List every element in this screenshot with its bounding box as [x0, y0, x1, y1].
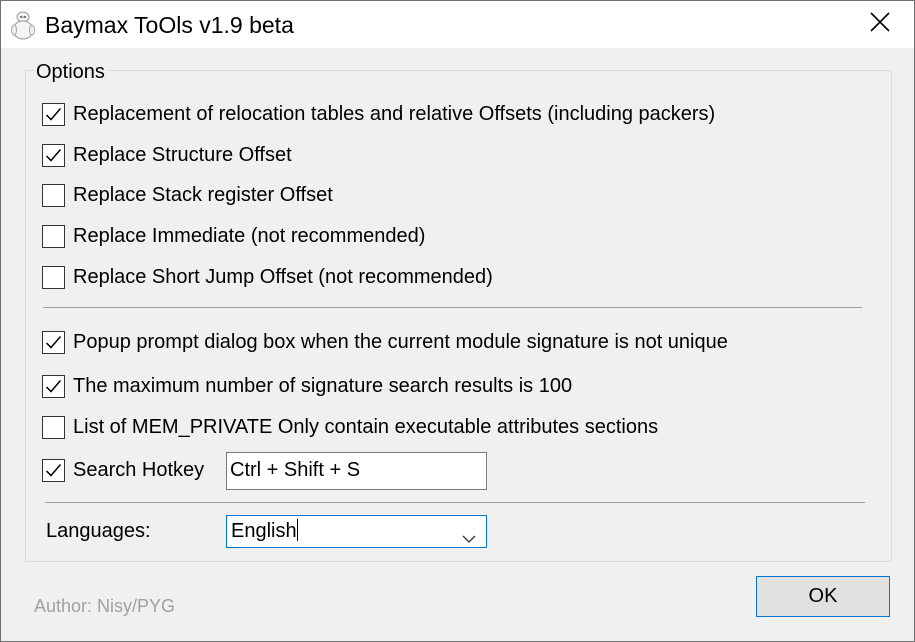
checkbox[interactable] — [42, 143, 65, 167]
close-button[interactable] — [846, 1, 914, 48]
checkbox[interactable] — [42, 415, 65, 439]
checkbox[interactable] — [42, 102, 65, 126]
option-search-hotkey[interactable]: Search Hotkey — [42, 456, 204, 484]
check-icon — [45, 463, 62, 477]
options-group-label: Options — [34, 60, 107, 84]
checkbox[interactable] — [42, 265, 65, 289]
option-label: Replace Structure Offset — [73, 144, 292, 166]
languages-label: Languages: — [46, 520, 151, 542]
option-mem-private-executable-only[interactable]: List of MEM_PRIVATE Only contain executa… — [42, 413, 658, 441]
option-label: Replacement of relocation tables and rel… — [73, 103, 716, 125]
option-replace-immediate[interactable]: Replace Immediate (not recommended) — [42, 222, 425, 250]
option-replace-structure-offset[interactable]: Replace Structure Offset — [42, 141, 292, 169]
checkbox[interactable] — [42, 183, 65, 207]
check-icon — [45, 379, 62, 393]
separator — [43, 307, 862, 308]
option-label: Popup prompt dialog box when the current… — [73, 331, 728, 353]
window-title: Baymax ToOls v1.9 beta — [45, 12, 294, 38]
check-icon — [45, 107, 62, 121]
search-hotkey-input[interactable]: Ctrl + Shift + S — [226, 452, 487, 490]
option-label: Replace Immediate (not recommended) — [73, 225, 426, 247]
text-cursor — [296, 519, 298, 541]
option-replace-short-jump-offset[interactable]: Replace Short Jump Offset (not recommend… — [42, 263, 493, 291]
languages-selected-value: English — [231, 520, 297, 542]
option-label: The maximum number of signature search r… — [73, 375, 573, 397]
option-replace-relocation-tables[interactable]: Replacement of relocation tables and rel… — [42, 100, 715, 128]
separator — [45, 502, 865, 503]
checkbox[interactable] — [42, 224, 65, 248]
option-popup-prompt-dialog[interactable]: Popup prompt dialog box when the current… — [42, 328, 728, 356]
chevron-down-icon — [462, 526, 476, 550]
baymax-tools-dialog: Baymax ToOls v1.9 beta Options Replaceme… — [0, 0, 915, 642]
option-label: Replace Short Jump Offset (not recommend… — [73, 266, 493, 288]
check-icon — [45, 335, 62, 349]
option-replace-stack-register-offset[interactable]: Replace Stack register Offset — [42, 181, 333, 209]
check-icon — [45, 148, 62, 162]
checkbox[interactable] — [42, 374, 65, 398]
close-icon — [870, 12, 890, 37]
option-label: Replace Stack register Offset — [73, 184, 333, 206]
ok-button[interactable]: OK — [756, 576, 890, 617]
baymax-app-icon — [10, 10, 36, 40]
author-label: Author: Nisy/PYG — [34, 596, 176, 616]
checkbox[interactable] — [42, 330, 65, 354]
option-max-search-results[interactable]: The maximum number of signature search r… — [42, 372, 572, 400]
languages-select[interactable]: English — [226, 515, 487, 548]
checkbox[interactable] — [42, 458, 65, 482]
option-label: Search Hotkey — [73, 459, 205, 481]
title-bar[interactable]: Baymax ToOls v1.9 beta — [1, 1, 914, 48]
option-label: List of MEM_PRIVATE Only contain executa… — [73, 416, 659, 438]
